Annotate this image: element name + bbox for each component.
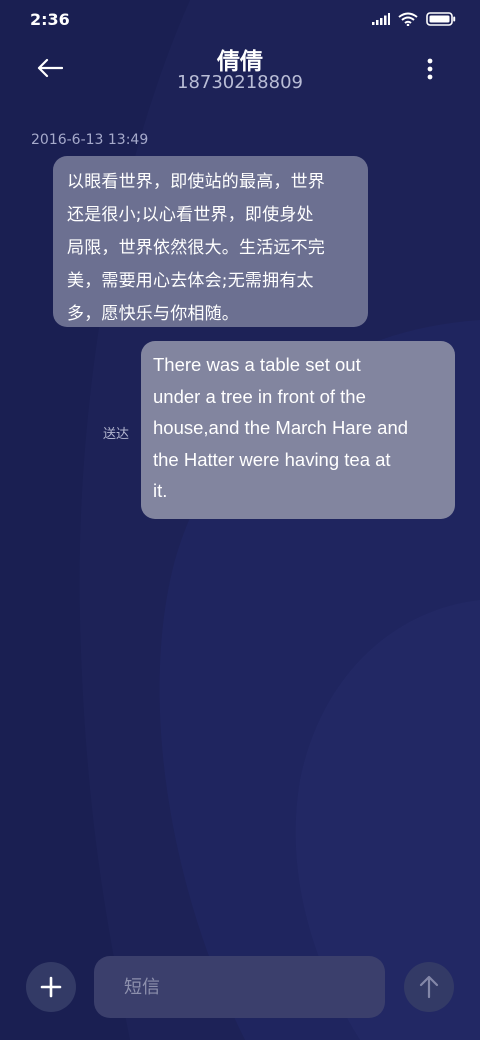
status-icons — [372, 12, 456, 26]
message-input[interactable] — [122, 975, 366, 999]
wifi-icon — [398, 12, 418, 26]
message-line: 还是很小;以心看世界，即使身处 — [67, 205, 314, 225]
message-timestamp: 2016-6-13 13:49 — [31, 132, 149, 148]
more-options-button[interactable] — [418, 54, 442, 84]
send-button[interactable] — [404, 962, 454, 1012]
message-line: under a tree in front of the — [153, 385, 366, 407]
arrow-up-icon — [419, 975, 439, 999]
signal-icon — [372, 13, 390, 25]
outgoing-message-bubble[interactable]: There was a table set out under a tree i… — [141, 341, 455, 519]
plus-icon — [40, 976, 62, 998]
more-vertical-icon — [427, 58, 433, 80]
message-line: it. — [153, 480, 168, 501]
message-line: 局限，世界依然很大。生活远不完 — [67, 238, 325, 258]
phone-number: 18730218809 — [177, 72, 303, 93]
message-line: 以眼看世界，即使站的最高，世界 — [67, 172, 325, 192]
message-line: the Hatter were having tea at — [153, 448, 391, 470]
message-line: There was a table set out — [153, 354, 361, 375]
delivery-status: 送达 — [103, 427, 130, 442]
message-line: 多，愿快乐与你相随。 — [67, 304, 239, 324]
message-input-container[interactable] — [94, 956, 385, 1018]
message-line: house,and the March Hare and — [153, 417, 409, 438]
contact-name: 倩倩 — [217, 49, 263, 75]
message-line: 美，需要用心去体会;无需拥有太 — [67, 271, 314, 291]
add-attachment-button[interactable] — [26, 962, 76, 1012]
status-time: 2:36 — [30, 10, 70, 29]
incoming-message-bubble[interactable]: 以眼看世界，即使站的最高，世界 还是很小;以心看世界，即使身处 局限，世界依然很… — [53, 156, 368, 327]
battery-icon — [426, 12, 456, 26]
